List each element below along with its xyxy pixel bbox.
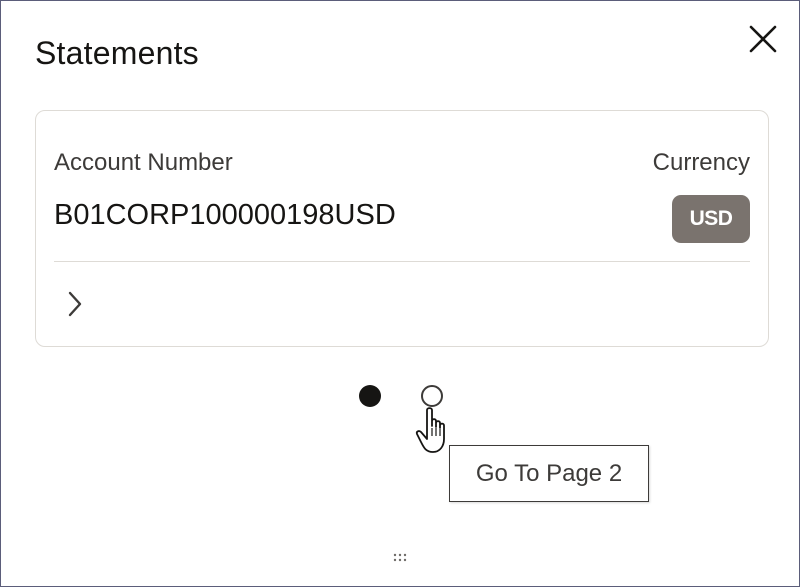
account-number-value: B01CORP100000198USD <box>54 199 396 231</box>
page-tooltip: Go To Page 2 <box>449 445 649 502</box>
currency-badge: USD <box>672 195 750 243</box>
account-card: Account Number Currency B01CORP100000198… <box>35 110 769 347</box>
page-dot-2[interactable] <box>421 385 443 407</box>
card-divider <box>54 261 750 262</box>
panel-title: Statements <box>35 35 199 71</box>
currency-label: Currency <box>652 149 750 176</box>
statements-panel: Statements Account Number Currency B01CO… <box>0 0 800 587</box>
page-dot-1[interactable] <box>359 385 381 407</box>
resize-handle[interactable] <box>391 551 413 565</box>
drag-handle-icon <box>393 553 407 562</box>
close-icon <box>749 25 777 53</box>
chevron-right-icon <box>68 291 82 317</box>
close-button[interactable] <box>745 21 781 57</box>
account-number-label: Account Number <box>54 149 233 176</box>
expand-button[interactable] <box>64 289 86 319</box>
